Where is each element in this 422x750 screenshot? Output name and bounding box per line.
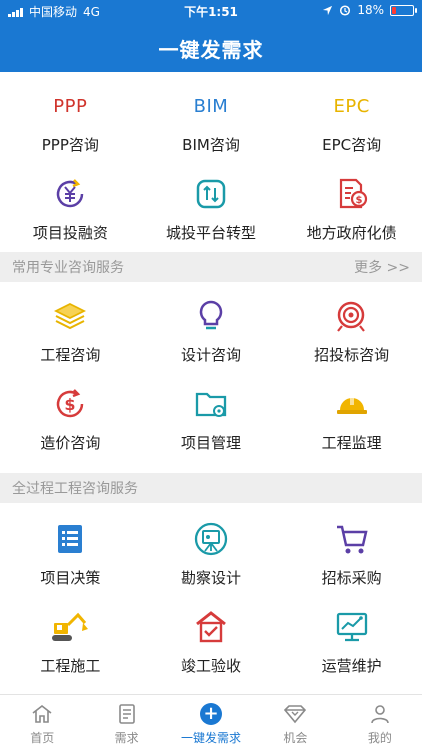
plus-circle-icon: + [200,703,223,725]
item-label: 造价咨询 [40,434,101,452]
lightbulb-icon [199,300,223,330]
hard-hat-icon [336,395,367,414]
item-label: 竣工验收 [180,657,241,675]
list-doc-icon [58,525,83,553]
project-management-item[interactable]: 项目管理 [141,370,282,458]
item-label: 项目投融资 [32,224,108,242]
diamond-icon [284,705,307,724]
status-bar: 中国移动 4G 下午1:51 18% [0,0,422,22]
platform-transform-item[interactable]: 城投平台转型 [141,160,282,248]
tab-opportunity[interactable]: 机会 [253,695,337,750]
item-label: 招标采购 [321,569,382,587]
target-icon [336,301,365,332]
full-process-grid: 项目决策 勘察设计 招标采购 工程施工 竣工验收 运营维护 [0,505,422,681]
alarm-icon [340,5,351,16]
epc-logo: EPC [333,95,370,117]
folder-gear-icon [195,392,227,417]
item-label: 项目管理 [180,434,241,452]
more-link[interactable]: 更多 >> [354,257,410,277]
battery-icon [390,4,417,16]
battery-percent: 18% [357,3,384,17]
excavator-icon [52,612,89,641]
svg-text:$: $ [65,395,76,414]
common-services-grid: 工程咨询 设计咨询 招投标咨询 $ 造价咨询 项目管理 工程监理 [0,282,422,458]
house-check-icon [196,611,226,643]
tab-demand[interactable]: 需求 [84,695,168,750]
section-title: 全过程工程咨询服务 [12,481,138,497]
tab-post-demand[interactable]: + 一键发需求 [169,695,253,750]
top-services-grid: PPP PPP咨询 BIM BIM咨询 EPC EPC咨询 项目投融资 城投平台… [0,72,422,248]
epc-consulting-item[interactable]: EPC EPC咨询 [281,72,422,160]
item-label: 运营维护 [321,657,382,675]
user-icon [371,705,389,724]
engineering-consulting-item[interactable]: 工程咨询 [0,282,141,370]
app-header: 中国移动 4G 下午1:51 18% 一键发需求 [0,0,422,72]
item-label: 工程监理 [321,434,382,452]
tab-label: 一键发需求 [181,731,242,745]
debt-resolution-item[interactable]: $ 地方政府化债 [281,160,422,248]
design-consulting-item[interactable]: 设计咨询 [141,282,282,370]
construction-item[interactable]: 工程施工 [0,593,141,681]
item-label: 工程咨询 [40,346,101,364]
yen-cycle-icon [57,179,84,208]
refresh-square-icon [196,179,226,209]
engineering-supervision-item[interactable]: 工程监理 [281,370,422,458]
page-title: 一键发需求 [158,38,264,62]
bid-procurement-item[interactable]: 招标采购 [281,505,422,593]
layers-icon [54,302,87,330]
svg-text:$: $ [355,195,362,206]
common-services-header: 常用专业咨询服务 更多 >> [0,252,422,282]
document-icon [118,704,135,724]
ppp-logo: PPP [53,95,88,117]
item-label: 工程施工 [40,657,101,675]
item-label: 地方政府化债 [306,224,397,242]
bidding-consulting-item[interactable]: 招投标咨询 [281,282,422,370]
completion-acceptance-item[interactable]: 竣工验收 [141,593,282,681]
item-label: 招投标咨询 [314,346,390,364]
section-title: 常用专业咨询服务 [12,260,124,276]
dollar-cycle-icon: $ [57,389,84,418]
monitor-chart-icon [336,612,367,642]
operation-maintenance-item[interactable]: 运营维护 [281,593,422,681]
ppp-consulting-item[interactable]: PPP PPP咨询 [0,72,141,160]
tab-label: 我的 [367,731,392,745]
tab-mine[interactable]: 我的 [338,695,422,750]
item-label: 设计咨询 [180,346,241,364]
location-arrow-icon [323,5,333,15]
item-label: 项目决策 [40,569,101,587]
project-financing-item[interactable]: 项目投融资 [0,160,141,248]
full-process-header: 全过程工程咨询服务 [0,473,422,503]
tab-home[interactable]: 首页 [0,695,84,750]
bottom-tab-bar: 首页 需求 + 一键发需求 机会 我的 [0,694,422,750]
item-label: 勘察设计 [180,569,241,587]
item-label: EPC咨询 [322,136,382,154]
shopping-cart-icon [336,525,368,554]
bim-consulting-item[interactable]: BIM BIM咨询 [141,72,282,160]
tab-label: 需求 [114,731,139,745]
tab-label: 首页 [30,731,55,745]
tab-label: 机会 [283,731,308,745]
cost-consulting-item[interactable]: $ 造价咨询 [0,370,141,458]
item-label: BIM咨询 [182,136,240,154]
document-dollar-icon: $ [339,178,367,209]
home-icon [32,704,52,723]
survey-design-item[interactable]: 勘察设计 [141,505,282,593]
item-label: 城投平台转型 [165,224,256,242]
item-label: PPP咨询 [41,136,99,154]
survey-instrument-icon [194,522,228,556]
bim-logo: BIM [193,95,229,117]
project-decision-item[interactable]: 项目决策 [0,505,141,593]
